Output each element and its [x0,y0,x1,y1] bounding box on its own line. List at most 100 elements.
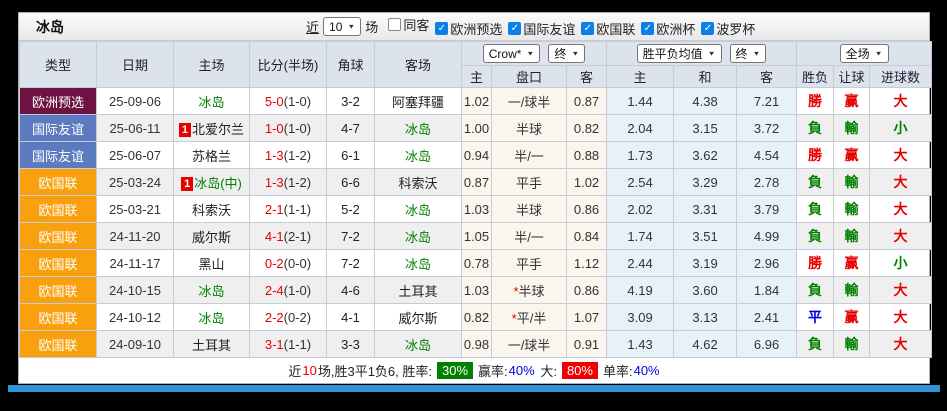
home-team-cell: 科索沃 [174,196,250,223]
table-row: 欧国联 24-11-20 威尔斯 4-1(2-1) 7-2 冰岛 1.05 半/… [20,223,932,250]
result-indicator: 負 [797,115,834,142]
halftime-score: (1-1) [284,337,311,352]
score-cell: 1-3(1-2) [250,142,327,169]
checkbox-checked-icon[interactable]: ✓ [701,22,714,35]
avg-away-odds: 2.78 [737,169,797,196]
handicap-cell: 一/球半 [492,331,567,358]
fulltime-score: 1-3 [265,148,284,163]
away-team: 阿塞拜疆 [392,95,444,110]
bookmaker-select[interactable]: Crow* ▼ [483,44,541,63]
bookmaker-time-select[interactable]: 终 ▼ [548,44,585,63]
table-row: 欧洲预选 25-09-06 冰岛 5-0(1-0) 3-2 阿塞拜疆 1.02 … [20,88,932,115]
match-date: 25-03-21 [97,196,174,223]
handicap-result-indicator: 輸 [834,223,870,250]
corner-count: 6-1 [327,142,375,169]
filter-checkbox[interactable]: ✓国际友谊 [508,19,575,38]
fulltime-score: 1-0 [265,121,284,136]
games-count-select[interactable]: 10 ▼ [323,17,361,36]
goals-indicator: 小 [870,115,932,142]
away-odds: 0.84 [567,223,607,250]
fulltime-score: 2-2 [265,310,284,325]
away-team-cell: 科索沃 [375,169,462,196]
col-header-odds-away: 客 [567,66,607,88]
filter-checkbox[interactable]: ✓波罗杯 [701,19,755,38]
col-header-type: 类型 [20,42,97,88]
filter-checkbox[interactable]: ✓欧洲预选 [435,19,502,38]
avg-away-odds: 4.54 [737,142,797,169]
handicap-cell: 半球 [492,115,567,142]
fulltime-score: 0-2 [265,256,284,271]
avg-draw-odds: 3.62 [674,142,737,169]
handicap-result-indicator: 輸 [834,277,870,304]
match-history-table: 类型 日期 主场 比分(半场) 角球 客场 Crow* ▼ 终 ▼ [19,41,932,358]
goals-indicator: 大 [870,88,932,115]
away-team: 冰岛 [405,230,431,245]
goals-indicator: 大 [870,277,932,304]
result-indicator: 負 [797,223,834,250]
avg-away-odds: 6.96 [737,331,797,358]
fulltime-score: 3-1 [265,337,284,352]
halftime-score: (1-1) [284,202,311,217]
away-team-cell: 阿塞拜疆 [375,88,462,115]
avg-home-odds: 2.02 [607,196,674,223]
checkbox-checked-icon[interactable]: ✓ [435,22,448,35]
scope-select[interactable]: 全场 ▼ [840,44,889,63]
table-row: 欧国联 25-03-21 科索沃 2-1(1-1) 5-2 冰岛 1.03 半球… [20,196,932,223]
filter-checkbox[interactable]: 同客 [388,15,429,34]
handicap-line: 平/半 [517,311,547,326]
away-odds: 0.82 [567,115,607,142]
scope-group-header: 全场 ▼ [797,42,932,66]
scope-select-value: 全场 [846,45,870,62]
average-time-select[interactable]: 终 ▼ [730,44,767,63]
home-odds: 1.02 [462,88,492,115]
match-type-badge: 欧国联 [20,277,97,304]
corner-count: 3-3 [327,331,375,358]
home-odds: 1.03 [462,277,492,304]
near-link[interactable]: 近 [306,17,319,36]
handicap-line: 一/球半 [508,338,551,353]
bookmaker-time-value: 终 [554,45,566,62]
checkbox-unchecked-icon[interactable] [388,18,401,31]
summary-bar: 近10场,胜3平1负6, 胜率:30%赢率:40% 大:80%单率:40% [19,358,929,383]
away-team-cell: 冰岛 [375,331,462,358]
handicap-line: 平手 [516,176,542,191]
match-date: 24-10-12 [97,304,174,331]
col-header-goals: 进球数 [870,66,932,88]
match-type-badge: 欧国联 [20,250,97,277]
home-team-cell: 冰岛 [174,88,250,115]
games-count-value: 10 [329,20,342,34]
avg-home-odds: 1.44 [607,88,674,115]
score-cell: 3-1(1-1) [250,331,327,358]
avg-away-odds: 3.72 [737,115,797,142]
stats-panel: 冰岛 近 10 ▼ 场 同客✓欧洲预选✓国际友谊✓欧国联✓欧洲杯✓波罗杯 类型 … [18,12,930,384]
halftime-score: (0-2) [284,310,311,325]
checkbox-checked-icon[interactable]: ✓ [581,22,594,35]
average-type-select[interactable]: 胜平负均值 ▼ [637,44,722,63]
filter-checkbox[interactable]: ✓欧洲杯 [641,19,695,38]
filter-checkbox-label: 国际友谊 [523,19,575,38]
away-team-cell: 冰岛 [375,142,462,169]
handicap-result-indicator: 輸 [834,331,870,358]
summary-count: 10 [302,363,316,378]
games-suffix-label: 场 [365,17,378,36]
home-odds: 1.00 [462,115,492,142]
avg-draw-odds: 3.31 [674,196,737,223]
away-team-cell: 冰岛 [375,223,462,250]
goals-indicator: 大 [870,169,932,196]
single-label: 单率: [603,361,633,380]
odds-group-header: Crow* ▼ 终 ▼ [462,42,607,66]
filter-checkbox[interactable]: ✓欧国联 [581,19,635,38]
checkbox-checked-icon[interactable]: ✓ [641,22,654,35]
table-row: 欧国联 25-03-24 1冰岛(中) 1-3(1-2) 6-6 科索沃 0.8… [20,169,932,196]
chevron-down-icon: ▼ [526,50,534,57]
home-team: 冰岛 [198,284,224,299]
col-header-away: 客场 [375,42,462,88]
corner-count: 5-2 [327,196,375,223]
col-header-odds-home: 主 [462,66,492,88]
avg-away-odds: 4.99 [737,223,797,250]
bottom-accent-bar [8,385,940,392]
home-team: 威尔斯 [192,230,231,245]
handicap-result-indicator: 輸 [834,196,870,223]
match-type-badge: 欧国联 [20,304,97,331]
checkbox-checked-icon[interactable]: ✓ [508,22,521,35]
